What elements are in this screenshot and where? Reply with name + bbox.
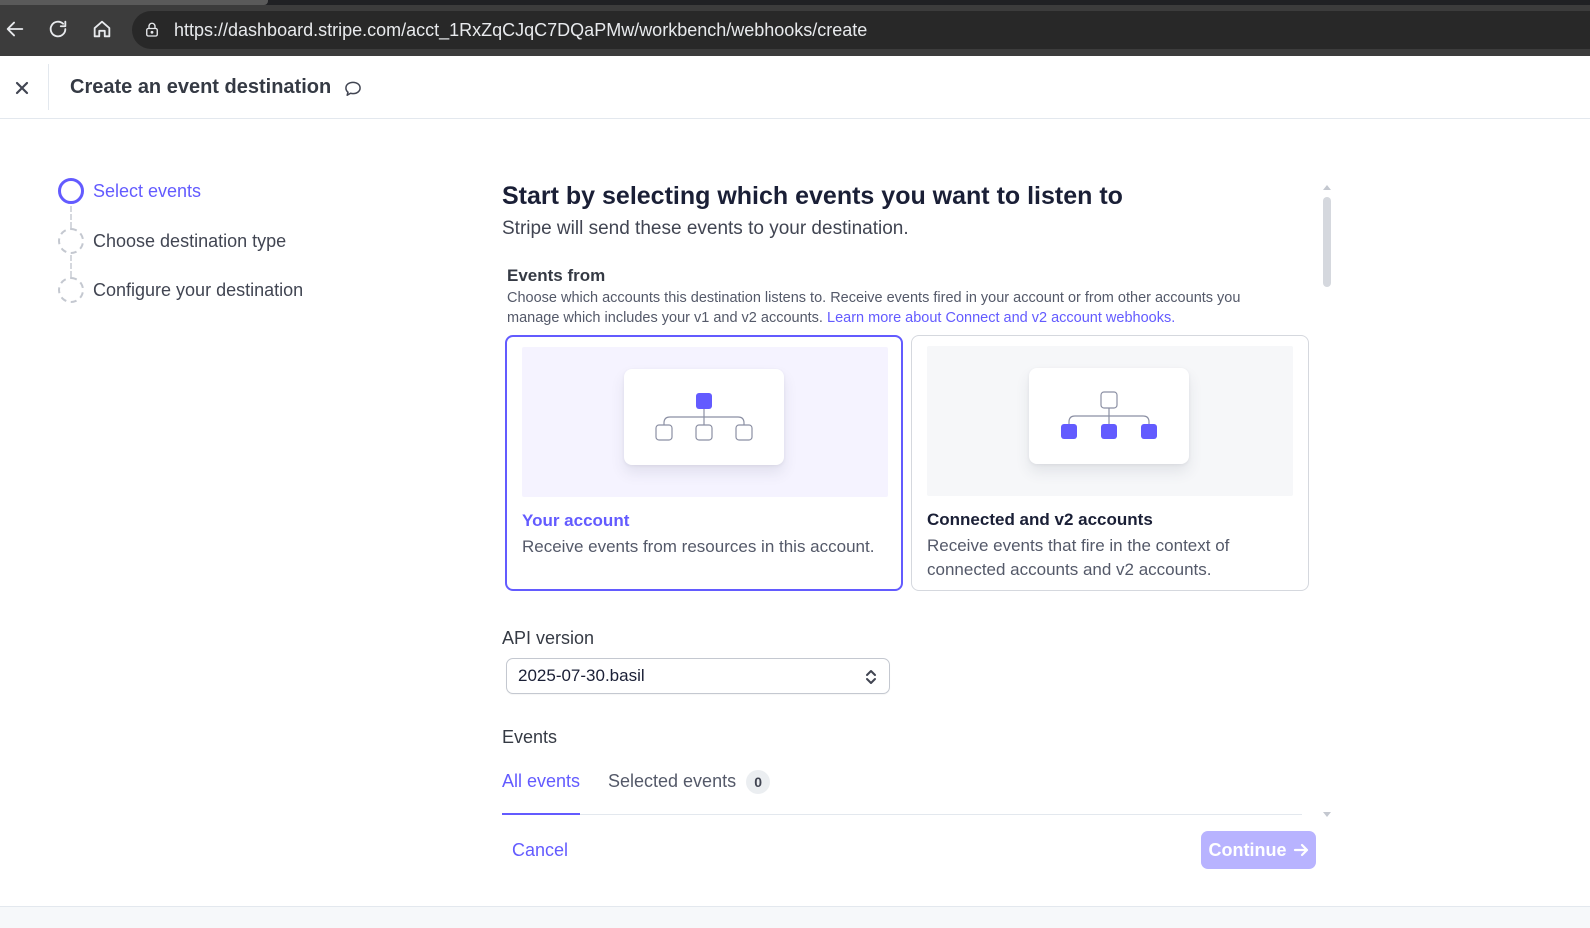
step-pending-indicator	[58, 277, 84, 303]
address-bar[interactable]: https://dashboard.stripe.com/acct_1RxZqC…	[132, 11, 1590, 49]
option-your-account[interactable]: Your account Receive events from resourc…	[505, 335, 903, 591]
api-version-value: 2025-07-30.basil	[518, 666, 645, 686]
tab-label: All events	[502, 771, 580, 792]
option-description: Receive events from resources in this ac…	[522, 535, 882, 559]
browser-tab-strip	[0, 0, 1590, 5]
browser-toolbar: https://dashboard.stripe.com/acct_1RxZqC…	[0, 0, 1590, 56]
account-hierarchy-icon	[624, 369, 784, 465]
step-connector	[70, 206, 72, 228]
site-info-button[interactable]	[142, 20, 162, 40]
close-button[interactable]	[8, 74, 36, 102]
app-header: Create an event destination	[0, 56, 1590, 119]
api-version-label: API version	[502, 628, 594, 649]
step-label: Choose destination type	[93, 231, 286, 252]
content-scrollbar[interactable]	[1320, 183, 1334, 819]
option-description: Receive events that fire in the context …	[927, 534, 1287, 582]
step-pending-indicator	[58, 228, 84, 254]
selected-count-badge: 0	[746, 770, 770, 794]
hierarchy-illustration	[1029, 368, 1189, 464]
tab-label: Selected events	[608, 771, 736, 792]
api-version-select[interactable]: 2025-07-30.basil	[506, 658, 890, 694]
home-icon	[91, 18, 113, 40]
step-select-events: Select events	[58, 178, 201, 204]
cancel-button[interactable]: Cancel	[512, 840, 568, 861]
events-from-description: Choose which accounts this destination l…	[507, 288, 1277, 328]
connected-hierarchy-icon	[1029, 368, 1189, 464]
step-connector	[70, 255, 72, 277]
step-active-indicator	[58, 178, 84, 204]
scroll-down-arrow[interactable]	[1323, 812, 1331, 817]
feedback-button[interactable]	[340, 76, 366, 102]
connected-accounts-illustration	[927, 346, 1293, 496]
page-title: Create an event destination	[70, 76, 331, 99]
tab-all-events[interactable]: All events	[502, 770, 580, 815]
your-account-illustration	[522, 347, 888, 497]
step-label: Select events	[93, 181, 201, 202]
home-button[interactable]	[87, 14, 117, 44]
back-button[interactable]	[0, 14, 30, 44]
arrow-right-icon	[1293, 842, 1309, 858]
close-icon	[14, 80, 30, 96]
events-from-label: Events from	[507, 266, 605, 286]
section-heading: Start by selecting which events you want…	[502, 182, 1123, 211]
tab-selected-events[interactable]: Selected events 0	[608, 770, 770, 815]
continue-label: Continue	[1209, 840, 1287, 861]
browser-tab[interactable]	[0, 0, 268, 5]
option-connected-accounts[interactable]: Connected and v2 accounts Receive events…	[911, 335, 1309, 591]
option-title: Connected and v2 accounts	[927, 510, 1153, 530]
page-footer-strip	[0, 906, 1590, 928]
events-label: Events	[502, 727, 557, 748]
reload-button[interactable]	[43, 14, 73, 44]
url-text[interactable]: https://dashboard.stripe.com/acct_1RxZqC…	[174, 20, 867, 41]
scrollbar-thumb[interactable]	[1323, 197, 1331, 287]
arrow-left-icon	[4, 18, 26, 40]
step-choose-destination-type: Choose destination type	[58, 228, 286, 254]
step-configure-destination: Configure your destination	[58, 277, 303, 303]
events-tabs: All events Selected events 0	[502, 770, 1302, 815]
continue-button[interactable]: Continue	[1201, 831, 1316, 869]
reload-icon	[47, 18, 69, 40]
connect-webhooks-link[interactable]: Learn more about Connect and v2 account …	[827, 310, 1175, 326]
chevron-up-down-icon	[863, 668, 879, 686]
hierarchy-illustration	[624, 369, 784, 465]
option-title: Your account	[522, 511, 629, 531]
step-label: Configure your destination	[93, 280, 303, 301]
lock-icon	[143, 21, 161, 39]
section-subheading: Stripe will send these events to your de…	[502, 218, 909, 240]
scroll-up-arrow[interactable]	[1323, 185, 1331, 190]
speech-bubble-icon	[343, 79, 363, 99]
header-divider	[48, 64, 49, 110]
